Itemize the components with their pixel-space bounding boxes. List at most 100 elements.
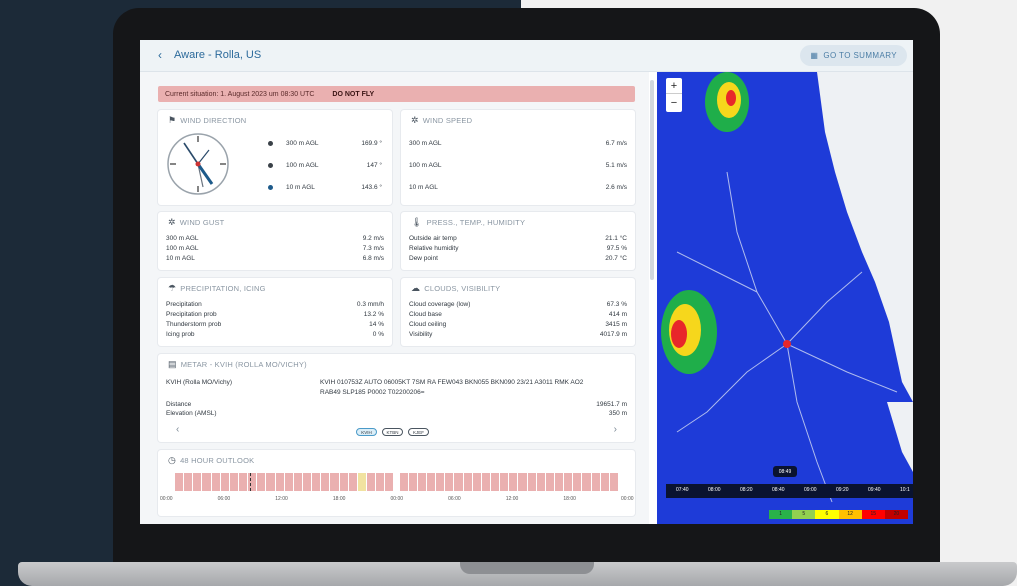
rain-cloud-icon: ☂ bbox=[168, 283, 177, 293]
metar-prev-icon[interactable]: ‹ bbox=[176, 424, 179, 435]
wind-gust-card: ✲ WIND GUST 300 m AGL 9.2 m/s 100 m AGL 7.… bbox=[158, 212, 392, 270]
clouds-title-text: CLOUDS, VISIBILITY bbox=[424, 284, 501, 293]
outlook-hour-block bbox=[275, 473, 284, 491]
press-temp-row: Dew point 20.7 °C bbox=[409, 255, 627, 262]
wind-gust-title: ✲ WIND GUST bbox=[168, 217, 224, 228]
outlook-now-marker bbox=[250, 473, 252, 491]
outlook-hour-block bbox=[582, 473, 591, 491]
wind-direction-dot-100m bbox=[268, 163, 273, 168]
outlook-hour-block bbox=[527, 473, 536, 491]
clouds-visibility-card: ☁ CLOUDS, VISIBILITY Cloud coverage (low… bbox=[401, 278, 635, 346]
distance-value: 19651.7 m bbox=[596, 401, 627, 408]
outlook-hour-block bbox=[417, 473, 426, 491]
outlook-hour-block bbox=[545, 473, 554, 491]
wind-direction-title: ⚑ WIND DIRECTION bbox=[168, 115, 246, 126]
outlook-hour-block bbox=[426, 473, 436, 491]
wind-direction-title-text: WIND DIRECTION bbox=[180, 116, 247, 125]
go-to-summary-button[interactable]: ▦ GO TO SUMMARY bbox=[800, 45, 907, 66]
timeline-time-label[interactable]: 07:40 bbox=[676, 487, 689, 493]
press-temp-row: Outside air temp 21.1 °C bbox=[409, 235, 627, 242]
outlook-timeline bbox=[175, 473, 618, 491]
outlook-hour-block bbox=[175, 473, 184, 491]
precipitation-row: Precipitation prob 13.2 % bbox=[166, 311, 384, 318]
outlook-time-label: 18:00 bbox=[332, 496, 346, 502]
wind-direction-dot-300m bbox=[268, 141, 273, 146]
outlook-hour-block bbox=[600, 473, 609, 491]
outlook-hour-block bbox=[367, 473, 376, 491]
metar-station-chip[interactable]: KTBN bbox=[382, 428, 403, 436]
timeline-time-label[interactable]: 08:00 bbox=[708, 487, 721, 493]
outlook-title-text: 48 HOUR OUTLOOK bbox=[180, 456, 255, 465]
zoom-control: + − bbox=[666, 78, 682, 112]
back-arrow-icon[interactable]: ‹ bbox=[158, 48, 162, 62]
outlook-hour-block bbox=[536, 473, 545, 491]
page-title: Aware - Rolla, US bbox=[174, 49, 262, 61]
outlook-hour-block bbox=[472, 473, 481, 491]
outlook-hour-block bbox=[202, 473, 211, 491]
document-icon: ▤ bbox=[168, 359, 177, 369]
outlook-hour-block bbox=[609, 473, 618, 491]
clouds-row: Cloud base 414 m bbox=[409, 311, 627, 318]
outlook-time-label: 00:00 bbox=[160, 496, 173, 502]
outlook-time-label: 00:00 bbox=[621, 496, 634, 502]
outlook-hour-block bbox=[399, 473, 408, 491]
metar-title: ▤ METAR - KVIH (ROLLA MO/VICHY) bbox=[168, 359, 307, 370]
outlook-time-label: 00:00 bbox=[390, 496, 404, 502]
outlook-hour-block bbox=[454, 473, 463, 491]
precipitation-row: Icing prob 0 % bbox=[166, 331, 384, 338]
cloud-icon: ☁ bbox=[411, 283, 421, 293]
timeline-time-label[interactable]: 10:1 bbox=[900, 487, 910, 493]
legend-swatch: 5 bbox=[792, 510, 816, 519]
wind-speed-value: 2.6 m/s bbox=[605, 184, 627, 191]
timeline-time-label[interactable]: 09:20 bbox=[836, 487, 849, 493]
outlook-hour-block bbox=[463, 473, 472, 491]
details-panel: Current situation: 1. August 2023 um 08:… bbox=[140, 72, 649, 524]
panel-scrollbar[interactable] bbox=[650, 80, 654, 280]
metar-next-icon[interactable]: › bbox=[614, 424, 617, 435]
radar-timeline[interactable]: 07:40 08:00 08:20 08:40 09:00 09:20 09:40 10:1 bbox=[666, 484, 913, 498]
timeline-time-label[interactable]: 08:20 bbox=[740, 487, 753, 493]
outlook-hour-block bbox=[293, 473, 303, 491]
precipitation-row: Thunderstorm prob 14 % bbox=[166, 321, 384, 328]
outlook-hour-block bbox=[257, 473, 266, 491]
metar-station-chip[interactable]: KVIH bbox=[356, 428, 377, 436]
precipitation-title: ☂ PRECIPITATION, ICING bbox=[168, 283, 266, 294]
timeline-time-label[interactable]: 08:40 bbox=[772, 487, 785, 493]
elevation-label: Elevation (AMSL) bbox=[166, 410, 217, 417]
current-time-marker: 08:49 bbox=[773, 466, 797, 477]
metar-station-chip[interactable]: KJEF bbox=[408, 428, 429, 436]
timeline-time-label[interactable]: 09:00 bbox=[804, 487, 817, 493]
radar-map[interactable]: + − 08:49 07:40 08:00 08:20 08:40 09:00 09:20… bbox=[657, 72, 913, 524]
wind-direction-value: 143.6 ° bbox=[361, 184, 382, 191]
outlook-hour-block bbox=[321, 473, 330, 491]
outlook-time-label: 06:00 bbox=[217, 496, 231, 502]
wind-speed-card: ✲ WIND SPEED 300 m AGL 6.7 m/s 100 m AGL… bbox=[401, 110, 635, 205]
summary-button-label: GO TO SUMMARY bbox=[823, 51, 897, 60]
metar-report-line-2: RAB49 SLP185 P0002 T02200206= bbox=[320, 389, 425, 396]
wind-direction-value: 169.9 ° bbox=[361, 140, 382, 147]
outlook-time-label: 12:00 bbox=[275, 496, 288, 502]
outlook-hour-block bbox=[408, 473, 417, 491]
legend-swatch: 1 bbox=[769, 510, 793, 519]
outlook-hour-block bbox=[211, 473, 220, 491]
zoom-in-button[interactable]: + bbox=[666, 78, 682, 94]
wind-gust-title-text: WIND GUST bbox=[179, 218, 225, 227]
summary-grid-icon: ▦ bbox=[810, 51, 819, 60]
outlook-hour-block bbox=[591, 473, 600, 491]
outlook-hour-block bbox=[376, 473, 385, 491]
outlook-hour-block bbox=[303, 473, 312, 491]
outlook-time-label: 06:00 bbox=[448, 496, 461, 502]
outlook-hour-block bbox=[312, 473, 321, 491]
wind-speed-label: 10 m AGL bbox=[409, 184, 438, 191]
outlook-hour-block bbox=[266, 473, 275, 491]
legend-swatch: 12 bbox=[838, 510, 862, 519]
wind-direction-dot-10m bbox=[268, 185, 273, 190]
wind-direction-label: 300 m AGL bbox=[286, 140, 319, 147]
zoom-out-button[interactable]: − bbox=[666, 95, 682, 111]
outlook-hour-block bbox=[284, 473, 293, 491]
timeline-time-label[interactable]: 09:40 bbox=[868, 487, 881, 493]
top-bar: ‹ Aware - Rolla, US ▦ GO TO SUMMARY bbox=[140, 40, 913, 72]
outlook-hour-block bbox=[518, 473, 527, 491]
legend-swatch: 6 bbox=[815, 510, 839, 519]
metar-card: ▤ METAR - KVIH (ROLLA MO/VICHY) KVIH (Ro… bbox=[158, 354, 635, 442]
